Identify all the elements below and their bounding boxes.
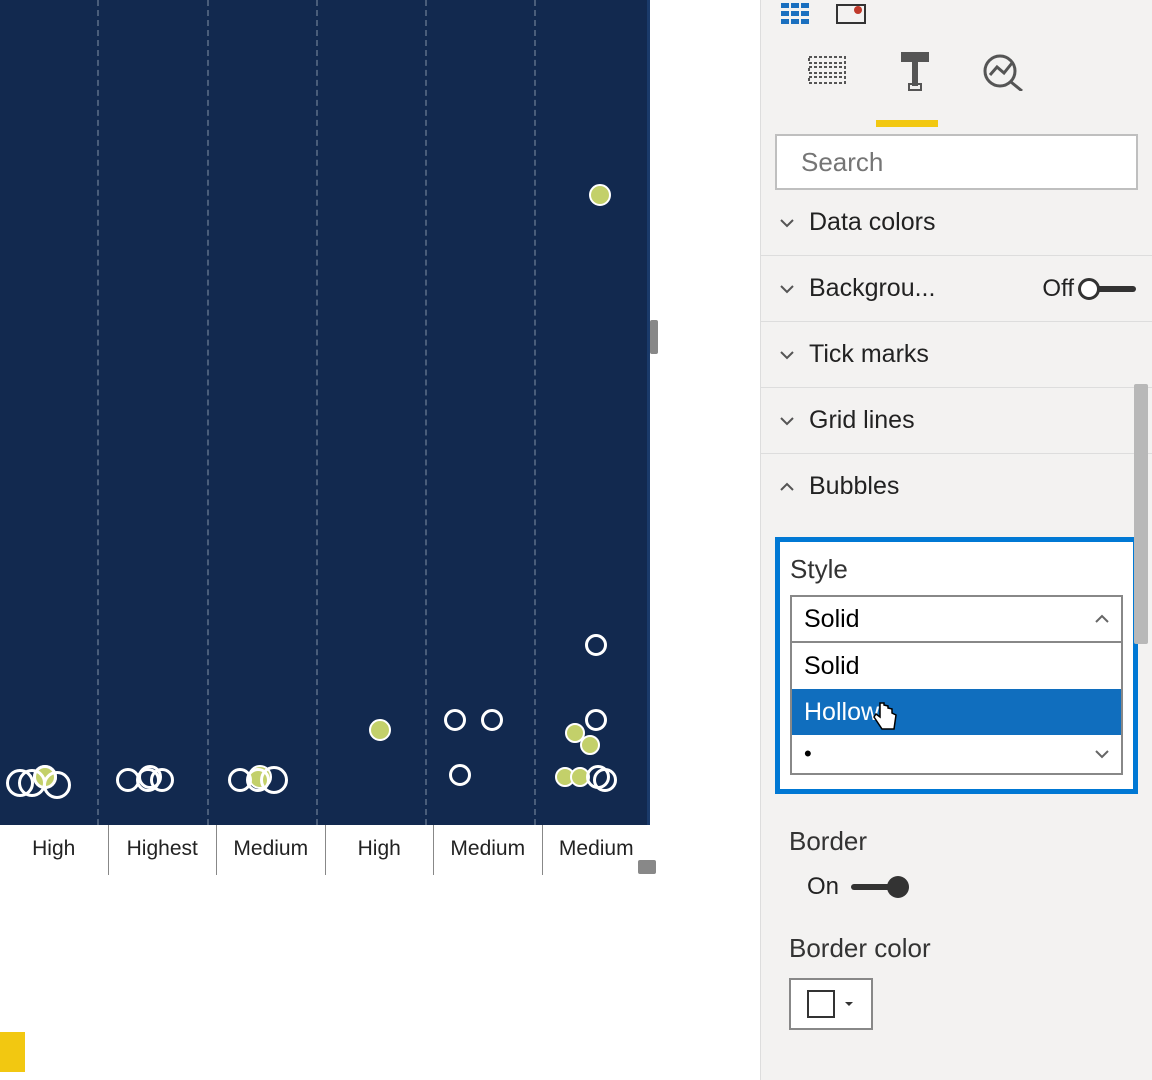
dropdown-more[interactable]: • (792, 735, 1121, 773)
data-point[interactable] (260, 766, 288, 794)
tab-analytics[interactable] (981, 48, 1025, 92)
gridline (207, 0, 209, 825)
data-point[interactable] (444, 709, 466, 731)
data-point[interactable] (589, 184, 611, 206)
border-toggle[interactable]: On (807, 873, 1152, 901)
caret-down-icon (843, 998, 855, 1010)
chevron-up-icon (777, 477, 797, 497)
x-axis-labels: High Highest Medium High Medium Medium (0, 825, 650, 875)
dropdown-value: Solid (804, 605, 860, 634)
axis-label: Highest (108, 825, 217, 875)
border-color-label: Border color (789, 933, 1152, 964)
dropdown-option-solid[interactable]: Solid (792, 643, 1121, 689)
gridline (534, 0, 536, 825)
tab-fields[interactable] (805, 48, 849, 92)
border-color-picker[interactable] (789, 978, 873, 1030)
chart-area: High Highest Medium High Medium Medium (0, 0, 700, 880)
axis-label: High (0, 825, 108, 875)
data-point[interactable] (369, 719, 391, 741)
data-point[interactable] (481, 709, 503, 731)
axis-label: Medium (216, 825, 325, 875)
section-label: Bubbles (809, 472, 1136, 501)
page-indicator (0, 1032, 25, 1072)
section-tick-marks[interactable]: Tick marks (761, 322, 1152, 388)
axis-label: Medium (433, 825, 542, 875)
section-bubbles[interactable]: Bubbles (761, 454, 1152, 519)
tab-active-indicator (876, 120, 938, 127)
axis-label: Medium (542, 825, 651, 875)
data-point[interactable] (593, 768, 617, 792)
section-label: Grid lines (809, 406, 1136, 435)
scatter-plot[interactable] (0, 0, 650, 825)
data-point[interactable] (43, 771, 71, 799)
style-property-highlight: Style Solid Solid Hollow • (775, 537, 1138, 794)
background-toggle[interactable]: Off (1042, 275, 1136, 303)
search-box[interactable] (775, 134, 1138, 190)
chart-type-icon[interactable] (835, 3, 871, 25)
axis-label: High (325, 825, 434, 875)
format-panel: Data colors Backgrou... Off Tick marks G… (760, 0, 1152, 1080)
cursor-hand-icon (870, 697, 902, 735)
section-background[interactable]: Backgrou... Off (761, 256, 1152, 322)
toggle-state: On (807, 873, 839, 901)
data-point[interactable] (449, 764, 471, 786)
toggle-state: Off (1042, 275, 1074, 303)
panel-scrollbar[interactable] (1134, 384, 1148, 644)
color-swatch (807, 990, 835, 1018)
chevron-up-icon (1093, 610, 1111, 628)
bullet-icon: • (804, 741, 812, 767)
section-data-colors[interactable]: Data colors (761, 190, 1152, 256)
tab-format[interactable] (893, 48, 937, 92)
gridline (316, 0, 318, 825)
chevron-down-icon (777, 411, 797, 431)
section-label: Tick marks (809, 340, 1136, 369)
data-point[interactable] (150, 768, 174, 792)
chevron-down-icon (777, 345, 797, 365)
style-label: Style (790, 554, 1123, 585)
section-grid-lines[interactable]: Grid lines (761, 388, 1152, 454)
search-input[interactable] (801, 147, 1136, 178)
dropdown-option-hollow[interactable]: Hollow (792, 689, 1121, 735)
section-label: Data colors (809, 208, 1136, 237)
section-label: Backgrou... (809, 274, 1030, 303)
grid-view-icon[interactable] (781, 3, 817, 25)
data-point[interactable] (18, 769, 46, 797)
border-label: Border (789, 826, 1152, 857)
style-dropdown[interactable]: Solid (790, 595, 1123, 643)
data-point[interactable] (585, 634, 607, 656)
chart-scrollbar-vertical[interactable] (650, 320, 658, 354)
gridline (425, 0, 427, 825)
chevron-down-icon (777, 213, 797, 233)
style-dropdown-list: Solid Hollow • (790, 643, 1123, 775)
data-point[interactable] (580, 735, 600, 755)
chevron-down-icon (1093, 745, 1111, 763)
gridline (97, 0, 99, 825)
data-point[interactable] (585, 709, 607, 731)
chevron-down-icon (777, 279, 797, 299)
